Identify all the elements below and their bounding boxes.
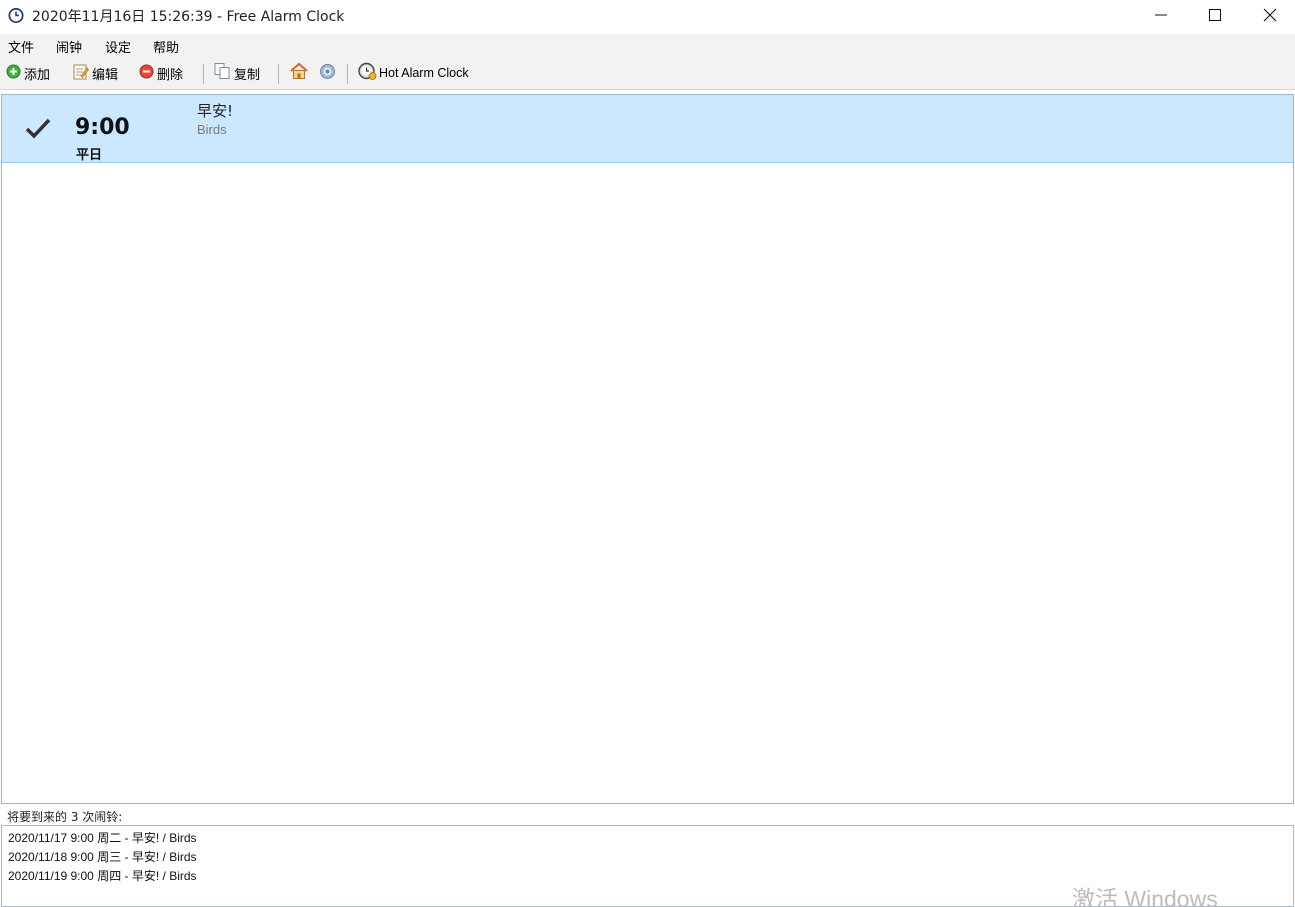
home-button[interactable] [289,62,309,84]
close-button[interactable] [1243,0,1295,30]
alarm-time: 9:00 [75,115,130,140]
menu-alarm[interactable]: 闹钟 [55,37,83,56]
home-icon [289,62,309,84]
menu-bar: 文件 闹钟 设定 帮助 [0,34,1295,56]
menu-file[interactable]: 文件 [7,37,35,56]
upcoming-item: 2020/11/18 9:00 周三 - 早安! / Birds [8,850,197,864]
hot-alarm-clock-label: Hot Alarm Clock [379,66,469,80]
copy-icon [213,62,231,84]
delete-icon [139,64,154,83]
alarm-row[interactable]: 9:00 平日 早安! Birds [2,95,1293,163]
delete-button[interactable]: 删除 [139,63,183,83]
hot-alarm-clock-button[interactable]: Hot Alarm Clock [357,61,469,85]
add-button[interactable]: 添加 [6,63,50,83]
add-label: 添加 [24,67,51,83]
window-title: 2020年11月16日 15:26:39 - Free Alarm Clock [32,9,345,25]
add-icon [6,64,21,83]
hot-alarm-clock-icon [357,61,377,85]
copy-label: 复制 [234,67,261,83]
alarm-label: 早安! [197,102,234,120]
toolbar-separator [278,64,279,84]
toolbar: 添加 编辑 删除 复制 Hot Alarm Clock [0,56,1295,90]
upcoming-item: 2020/11/19 9:00 周四 - 早安! / Birds [8,869,197,883]
upcoming-header: 将要到来的 3 次闹铃: [7,810,123,824]
toolbar-separator [203,64,204,84]
maximize-button[interactable] [1188,0,1242,30]
info-icon [319,63,336,84]
minimize-button[interactable] [1134,0,1188,30]
alarm-days: 平日 [76,148,103,163]
alarm-list[interactable]: 9:00 平日 早安! Birds [1,94,1294,804]
edit-button[interactable]: 编辑 [72,63,118,83]
copy-button[interactable]: 复制 [213,63,260,83]
menu-settings[interactable]: 设定 [104,37,132,56]
menu-help[interactable]: 帮助 [152,37,180,56]
title-bar: 2020年11月16日 15:26:39 - Free Alarm Clock [0,0,1295,32]
activation-watermark: 激活 Windows [1072,886,1218,907]
alarm-enabled-checkbox[interactable] [24,117,52,141]
alarm-sound: Birds [197,122,227,137]
edit-icon [72,63,89,84]
about-button[interactable] [319,63,336,83]
alarm-clock-icon [7,6,25,24]
edit-label: 编辑 [92,67,119,83]
toolbar-separator [347,64,348,84]
delete-label: 删除 [157,67,184,83]
upcoming-item: 2020/11/17 9:00 周二 - 早安! / Birds [8,831,197,845]
